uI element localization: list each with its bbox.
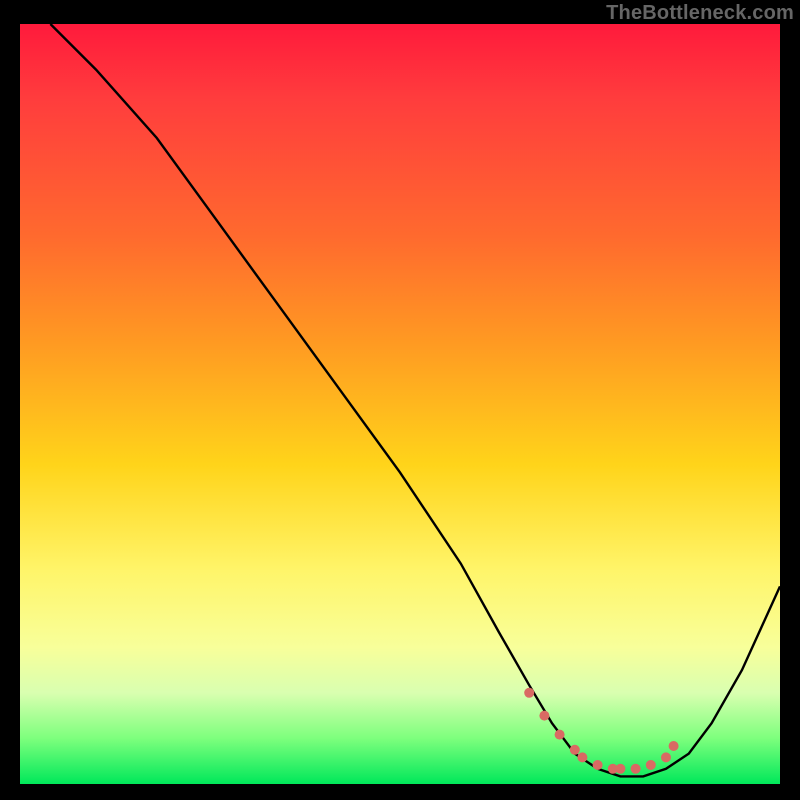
bottleneck-marker	[646, 760, 656, 770]
bottleneck-marker	[570, 745, 580, 755]
bottleneck-marker	[524, 688, 534, 698]
bottleneck-marker	[593, 760, 603, 770]
bottleneck-marker	[631, 764, 641, 774]
bottleneck-marker	[539, 711, 549, 721]
bottleneck-marker	[577, 752, 587, 762]
bottleneck-marker-group	[524, 688, 678, 774]
bottleneck-marker	[669, 741, 679, 751]
chart-svg	[20, 24, 780, 784]
watermark-text: TheBottleneck.com	[606, 2, 794, 25]
bottleneck-curve-path	[50, 24, 780, 776]
bottleneck-marker	[615, 764, 625, 774]
bottleneck-marker	[661, 752, 671, 762]
chart-frame: TheBottleneck.com	[0, 0, 800, 800]
chart-plot-area	[20, 24, 780, 784]
bottleneck-marker	[555, 730, 565, 740]
